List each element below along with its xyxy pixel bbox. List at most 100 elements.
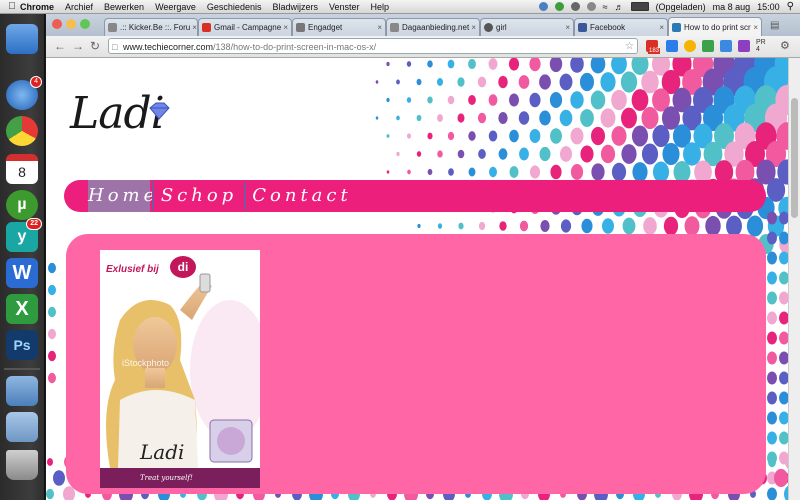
close-window-button[interactable] [52,19,62,29]
minimize-window-button[interactable] [66,19,76,29]
menu-app-name[interactable]: Chrome [20,2,54,12]
polka-dot [477,112,487,124]
promo-image[interactable]: Exlusief bij di iStockphoto Ladi Treat y… [100,250,260,488]
bookmark-star-icon[interactable]: ☆ [625,39,634,55]
tab-close-icon[interactable]: × [563,23,570,32]
time-machine-icon[interactable] [570,2,580,11]
extension-icon[interactable] [684,40,696,52]
status-app-icon[interactable] [538,2,548,11]
calendar-icon[interactable]: 8 [6,154,38,184]
menubar-time[interactable]: 15:00 [757,2,780,12]
polka-dot [662,142,680,166]
polka-dot [767,211,777,225]
polka-dot [427,132,433,140]
browser-toolbar: ← → ↻ □ www.techiecorner.com/138/how-to-… [46,36,800,58]
apple-menu-icon[interactable]:  [4,1,20,12]
polka-dot [570,58,584,73]
polka-dot [48,306,56,318]
polka-dot [779,311,788,325]
polka-dot [406,97,412,103]
polka-dot [559,73,573,91]
polka-dot [427,96,433,104]
polka-dot [468,131,476,141]
nav-home[interactable]: Home [88,180,154,212]
window-controls [52,19,90,29]
tab-close-icon[interactable]: × [190,23,197,32]
documents-folder-icon[interactable] [6,412,38,442]
battery-status[interactable]: (Opgeladen) [656,2,706,12]
polka-dot [767,311,777,325]
polka-dot [767,391,777,405]
promo-brand-logo: Ladi [140,440,185,464]
spotlight-icon[interactable]: ⚲ [787,1,794,12]
back-button[interactable]: ← [54,39,66,53]
nav-schop[interactable]: Schop [156,180,242,212]
menu-bladwijzers[interactable]: Bladwijzers [272,2,318,12]
extension-icon[interactable] [720,40,732,52]
reload-button[interactable]: ↻ [90,39,100,53]
tab-engadget[interactable]: Engadget × [292,18,386,36]
tab-gmail[interactable]: Gmail - Campagne × [198,18,292,36]
evernote-icon[interactable] [702,40,714,52]
trash-icon[interactable] [6,450,38,480]
tab-girl[interactable]: girl × [480,18,574,36]
polka-dot [767,251,777,265]
word-icon[interactable]: W [6,258,38,288]
menu-venster[interactable]: Venster [329,2,360,12]
volume-icon[interactable]: ♬ [615,2,624,12]
nav-contact[interactable]: Contact [250,180,354,212]
yammer-icon[interactable]: y 22 [6,218,42,252]
menu-bewerken[interactable]: Bewerken [104,2,144,12]
tab-close-icon[interactable]: × [375,23,382,32]
tab-close-icon[interactable]: × [281,23,288,32]
chrome-icon[interactable] [6,116,38,146]
polka-dot [437,223,443,229]
menu-help[interactable]: Help [371,2,390,12]
tab-close-icon[interactable]: × [657,23,664,32]
finder-icon[interactable] [6,24,38,54]
menu-weergave[interactable]: Weergave [155,2,196,12]
applications-folder-icon[interactable] [6,376,38,406]
wrench-menu-icon[interactable]: ⚙ [780,39,790,52]
polka-dot [457,149,465,159]
bluetooth-icon[interactable] [586,2,596,11]
tab-close-icon[interactable]: × [751,23,758,32]
download-extension-icon[interactable] [666,40,678,52]
status-app-icon[interactable] [554,2,564,11]
tab-techiecorner[interactable]: How to do print scr × [668,17,762,36]
forward-button[interactable]: → [72,39,84,53]
pagerank-icon[interactable]: PR 4 [756,39,770,53]
yammer-badge: 22 [26,218,42,230]
menubar-date[interactable]: ma 8 aug [713,2,751,12]
tab-label: .:: Kicker.Be ::. Foru [120,23,191,32]
menu-geschiedenis[interactable]: Geschiedenis [207,2,262,12]
polka-dot [632,162,648,182]
tab-label: Engadget [308,23,343,32]
polka-dot [478,148,486,160]
address-bar[interactable]: □ www.techiecorner.com/138/how-to-do-pri… [108,38,638,54]
polka-dot [375,80,379,84]
utorrent-icon[interactable]: µ [6,190,38,220]
polka-dot [488,130,498,142]
polka-dot [478,221,486,231]
scrollbar-thumb[interactable] [791,98,798,218]
tab-dagaanbieding[interactable]: Dagaanbieding.net × [386,18,480,36]
polka-dot [774,468,788,488]
wifi-icon[interactable]: ≈ [603,2,608,12]
new-tab-button[interactable]: ▤ [770,20,779,31]
zoom-window-button[interactable] [80,19,90,29]
tab-facebook[interactable]: Facebook × [574,18,668,36]
tab-close-icon[interactable]: × [469,23,476,32]
app-store-icon[interactable]: 4 [6,76,42,110]
menu-archief[interactable]: Archief [65,2,93,12]
polka-dot [767,291,777,305]
excel-icon[interactable]: X [6,294,38,324]
tab-kicker[interactable]: .:: Kicker.Be ::. Foru × [104,18,198,36]
polka-dot [46,488,54,500]
extension-icon[interactable] [738,40,750,52]
battery-icon[interactable] [630,2,649,11]
photoshop-icon[interactable]: Ps [6,330,38,360]
polka-dot [684,216,700,236]
vertical-scrollbar[interactable] [788,58,800,500]
polka-dot [641,143,659,165]
